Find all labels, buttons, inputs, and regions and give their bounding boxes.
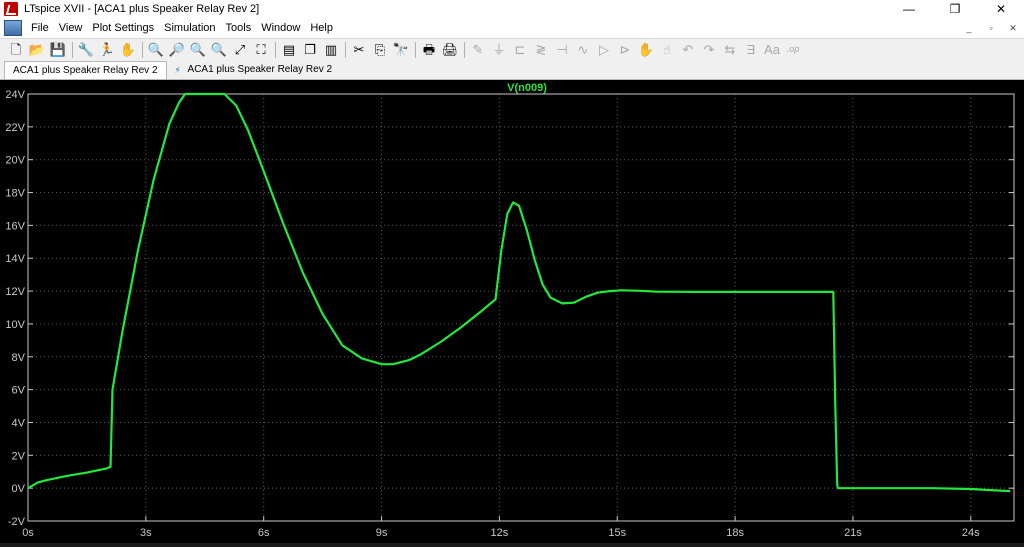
menu-plot-settings[interactable]: Plot Settings (87, 18, 159, 38)
title-bar: LTspice XVII - [ACA1 plus Speaker Relay … (0, 0, 1024, 18)
toolbar-separator (72, 41, 73, 58)
inductor-icon[interactable]: ∿ (573, 41, 593, 59)
y-tick-label: 16V (5, 220, 25, 232)
find-icon[interactable]: 🔭 (391, 41, 411, 59)
y-tick-label: 2V (12, 450, 26, 462)
mdi-minimize-button[interactable]: _ (958, 18, 980, 38)
print-icon[interactable]: 🖶 (419, 41, 439, 59)
zoom-cancel-icon[interactable]: 🔍 (209, 41, 229, 59)
y-tick-label: 10V (5, 319, 25, 331)
tab-bar: ACA1 plus Speaker Relay Rev 2 ⚡ ACA1 plu… (0, 60, 1024, 80)
x-tick-label: 0s (22, 527, 34, 539)
autorange-icon[interactable]: ⤢ (230, 41, 250, 59)
minimize-button[interactable]: — (886, 0, 932, 18)
y-tick-label: 22V (5, 122, 25, 134)
zoom-extents-icon[interactable]: ⛶ (251, 41, 271, 59)
tile-horizontal-icon[interactable]: ▤ (279, 41, 299, 59)
menu-help[interactable]: Help (305, 18, 338, 38)
window-controls: — ❐ ✕ (886, 0, 1024, 18)
zoom-in-icon[interactable]: 🔍 (146, 41, 166, 59)
x-tick-label: 3s (140, 527, 152, 539)
toolbar-separator (464, 41, 465, 58)
ground-icon[interactable]: ⏚ (489, 41, 509, 59)
menu-simulation[interactable]: Simulation (159, 18, 220, 38)
menu-file[interactable]: File (26, 18, 54, 38)
tab-schematic[interactable]: ⚡ ACA1 plus Speaker Relay Rev 2 (167, 61, 341, 79)
y-tick-label: 6V (12, 385, 26, 397)
y-tick-label: 18V (5, 188, 25, 200)
restore-button[interactable]: ❐ (932, 0, 978, 18)
x-tick-label: 18s (726, 527, 744, 539)
y-tick-label: 14V (5, 253, 25, 265)
zoom-out-icon[interactable]: 🔍 (188, 41, 208, 59)
cut-icon[interactable]: ✂ (349, 41, 369, 59)
toolbar-separator (345, 41, 346, 58)
component-icon[interactable]: ⊳ (615, 41, 635, 59)
menu-window[interactable]: Window (256, 18, 305, 38)
menu-view[interactable]: View (54, 18, 88, 38)
save-icon[interactable]: 💾 (48, 41, 68, 59)
menu-bar: File View Plot Settings Simulation Tools… (0, 18, 1024, 38)
tab-label: ACA1 plus Speaker Relay Rev 2 (187, 64, 333, 75)
draw-wire-icon[interactable]: ✎ (468, 41, 488, 59)
rotate-icon[interactable]: ⇆ (720, 41, 740, 59)
y-tick-label: 24V (5, 89, 25, 101)
toolbar-separator (275, 41, 276, 58)
y-tick-label: 4V (12, 417, 26, 429)
y-tick-label: 12V (5, 286, 25, 298)
halt-icon[interactable]: ✋ (118, 41, 138, 59)
toolbar: 🗋 📂 💾 🔧 🏃 ✋ 🔍 🔎 🔍 🔍 ⤢ ⛶ ▤ ❐ ▥ ✂ ⎘ 🔭 🖶 🖨 ✎ ⏚ ⊏ ≷ ⊣ ∿ ▷ ⊳ ✋ ☝ ↶ ↷ ⇆ Ǝ Aa .op (0, 38, 1024, 60)
menu-tools[interactable]: Tools (221, 18, 257, 38)
tab-label: ACA1 plus Speaker Relay Rev 2 (13, 64, 158, 76)
label-net-icon[interactable]: ⊏ (510, 41, 530, 59)
waveform-chart[interactable]: -2V0V2V4V6V8V10V12V14V16V18V20V22V24V0s 3… (0, 80, 1024, 543)
x-tick-label: 21s (844, 527, 862, 539)
new-schematic-icon[interactable]: 🗋 (6, 41, 26, 59)
toolbar-separator (415, 41, 416, 58)
plot-frame (27, 93, 1015, 522)
cascade-icon[interactable]: ❐ (300, 41, 320, 59)
print-setup-icon[interactable]: 🖨 (440, 41, 460, 59)
waveform-plot-pane[interactable]: -2V 0V 2V 4V 6V 8V 10V 12V 14V 16V 18V 20V 22V 24V 0s 3… (0, 80, 1024, 547)
x-tick-label: 12s (491, 527, 509, 539)
text-icon[interactable]: Aa (762, 41, 782, 59)
mdi-restore-button[interactable]: ▫ (980, 18, 1002, 38)
schematic-icon: ⚡ (174, 64, 181, 75)
x-tick-label: 9s (376, 527, 388, 539)
drag-icon[interactable]: ☝ (657, 41, 677, 59)
move-icon[interactable]: ✋ (636, 41, 656, 59)
status-strip (0, 543, 1024, 547)
copy-icon[interactable]: ⎘ (370, 41, 390, 59)
tile-vertical-icon[interactable]: ▥ (321, 41, 341, 59)
resistor-icon[interactable]: ≷ (531, 41, 551, 59)
y-tick-label: 20V (5, 155, 25, 167)
diode-icon[interactable]: ▷ (594, 41, 614, 59)
y-tick-label: 0V (12, 483, 26, 495)
ltspice-logo-icon (4, 2, 18, 16)
pan-icon[interactable]: 🔎 (167, 41, 187, 59)
y-tick-label: 8V (12, 352, 26, 364)
redo-icon[interactable]: ↷ (699, 41, 719, 59)
mdi-close-button[interactable]: ✕ (1002, 18, 1024, 38)
series-line[interactable] (27, 92, 1011, 493)
capacitor-icon[interactable]: ⊣ (552, 41, 572, 59)
undo-icon[interactable]: ↶ (678, 41, 698, 59)
spice-directive-icon[interactable]: .op (783, 41, 803, 59)
x-tick-label: 24s (962, 527, 980, 539)
open-icon[interactable]: 📂 (27, 41, 47, 59)
control-panel-icon[interactable]: 🔧 (76, 41, 96, 59)
mirror-icon[interactable]: Ǝ (741, 41, 761, 59)
tab-waveform[interactable]: ACA1 plus Speaker Relay Rev 2 (4, 61, 167, 79)
toolbar-separator (142, 41, 143, 58)
x-tick-label: 6s (258, 527, 270, 539)
window-title: LTspice XVII - [ACA1 plus Speaker Relay … (24, 3, 260, 15)
run-icon[interactable]: 🏃 (97, 41, 117, 59)
x-tick-label: 15s (608, 527, 626, 539)
trace-label[interactable]: V(n009) (507, 82, 547, 94)
mdi-controls: _ ▫ ✕ (958, 18, 1024, 38)
close-button[interactable]: ✕ (978, 0, 1024, 18)
document-icon[interactable] (4, 20, 22, 36)
